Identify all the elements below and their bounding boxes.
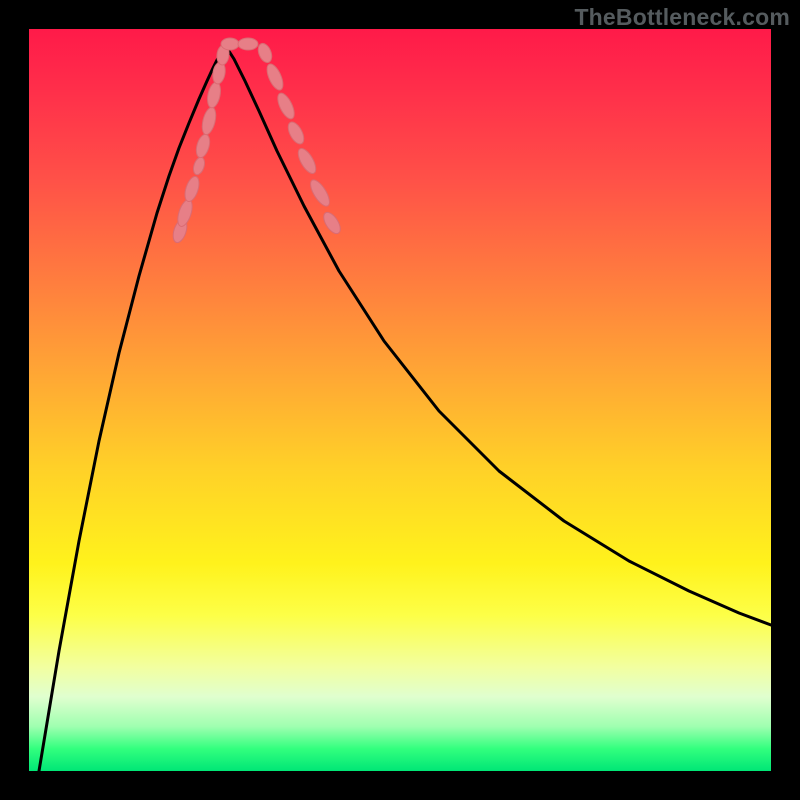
chart-svg (29, 29, 771, 771)
data-marker (205, 81, 222, 109)
data-marker (200, 106, 218, 136)
data-markers (171, 38, 344, 244)
data-marker (295, 146, 319, 176)
curve-right-branch (225, 45, 771, 625)
data-marker (307, 177, 333, 209)
data-marker (175, 198, 195, 228)
data-marker (238, 38, 258, 50)
data-marker (320, 210, 343, 237)
chart-frame: TheBottleneck.com (0, 0, 800, 800)
data-marker (256, 41, 275, 64)
watermark-text: TheBottleneck.com (574, 4, 790, 31)
plot-area (29, 29, 771, 771)
data-marker (191, 156, 206, 176)
bottleneck-curve (39, 45, 771, 771)
data-marker (221, 38, 239, 50)
data-marker (194, 133, 212, 159)
data-marker (274, 91, 297, 121)
data-marker (182, 175, 201, 203)
data-marker (264, 62, 286, 92)
data-marker (285, 120, 307, 147)
